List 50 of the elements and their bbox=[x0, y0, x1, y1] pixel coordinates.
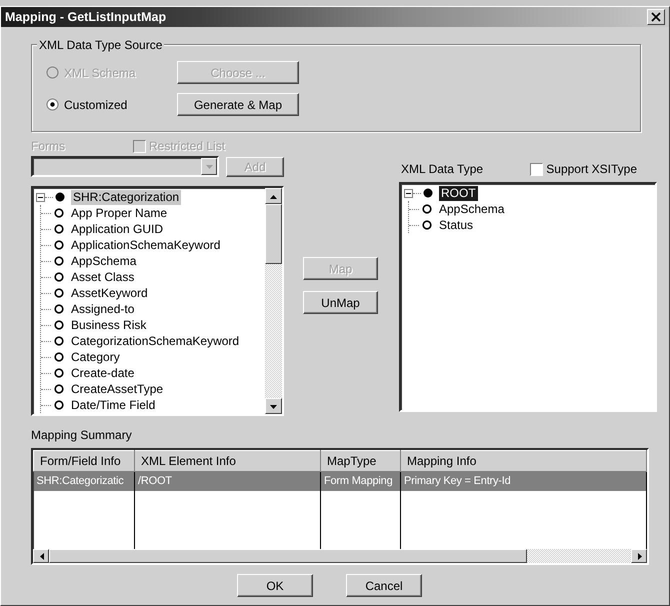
tree-item[interactable]: AssetKeyword bbox=[69, 286, 150, 300]
tree-item[interactable]: ROOT bbox=[439, 186, 478, 200]
tree-item[interactable]: Status bbox=[437, 218, 476, 232]
tree-item[interactable]: Assigned-to bbox=[69, 302, 136, 316]
table-cell: /ROOT bbox=[134, 472, 320, 490]
button[interactable]: Cancel bbox=[346, 574, 422, 597]
scroll-down-icon[interactable] bbox=[269, 402, 278, 410]
scrollbar[interactable] bbox=[33, 549, 647, 563]
scroll-right-icon[interactable] bbox=[636, 552, 642, 561]
collapse-icon[interactable] bbox=[36, 192, 45, 202]
tree-item[interactable]: Category bbox=[69, 350, 122, 364]
checkbox-label: Support XSIType bbox=[546, 161, 637, 178]
tree-item[interactable]: AppSchema bbox=[437, 202, 506, 216]
tree-item[interactable]: Asset Class bbox=[69, 270, 136, 284]
close-icon bbox=[650, 11, 662, 23]
tree-item[interactable]: ApplicationSchemaKeyword bbox=[69, 238, 222, 252]
scroll-left-icon[interactable] bbox=[38, 552, 44, 561]
scroll-up-icon[interactable] bbox=[269, 192, 278, 200]
button[interactable]: OK bbox=[237, 574, 313, 597]
tree-item[interactable]: Application GUID bbox=[69, 222, 166, 236]
column-header[interactable]: Form/Field Info bbox=[34, 450, 134, 472]
panel-label: XML Data Type bbox=[401, 161, 484, 178]
column-header[interactable]: Mapping Info bbox=[400, 450, 646, 472]
column-header[interactable]: MapType bbox=[320, 450, 400, 472]
column-header[interactable]: XML Element Info bbox=[134, 450, 320, 472]
table-cell: SHR:Categorizatic bbox=[34, 472, 134, 490]
collapse-icon[interactable] bbox=[404, 188, 413, 198]
caret-icon bbox=[204, 163, 214, 170]
checkbox[interactable] bbox=[530, 162, 544, 176]
tree-item[interactable]: SHR:Categorization bbox=[71, 190, 182, 204]
tree-item[interactable]: Date/Time Field bbox=[69, 398, 158, 412]
section-label: Mapping Summary bbox=[31, 427, 133, 444]
window-title: Mapping - GetListInputMap bbox=[5, 8, 166, 26]
node-icon bbox=[423, 188, 433, 198]
tree-item[interactable]: CreateAssetType bbox=[69, 382, 166, 396]
table-cell: Primary Key = Entry-Id bbox=[400, 472, 646, 490]
close-button[interactable] bbox=[647, 9, 665, 25]
table-row[interactable]: SHR:Categorizatic /ROOT Form Mapping Primary Key = Entry-Id bbox=[34, 472, 646, 490]
tree-item[interactable]: AppSchema bbox=[69, 254, 138, 268]
tree-item[interactable]: Create-date bbox=[69, 366, 136, 380]
scrollbar[interactable] bbox=[265, 188, 282, 414]
tree-item[interactable]: App Proper Name bbox=[69, 206, 170, 220]
table-cell: Form Mapping bbox=[320, 472, 400, 490]
radio-button[interactable] bbox=[46, 98, 59, 111]
tree-item[interactable]: CategorizationSchemaKeyword bbox=[69, 334, 242, 348]
button[interactable]: Generate & Map bbox=[177, 93, 299, 116]
button[interactable]: UnMap bbox=[303, 291, 378, 314]
tree-item[interactable]: Business Risk bbox=[69, 318, 148, 332]
node-icon bbox=[55, 192, 65, 202]
radio-label: Customized bbox=[64, 96, 128, 114]
